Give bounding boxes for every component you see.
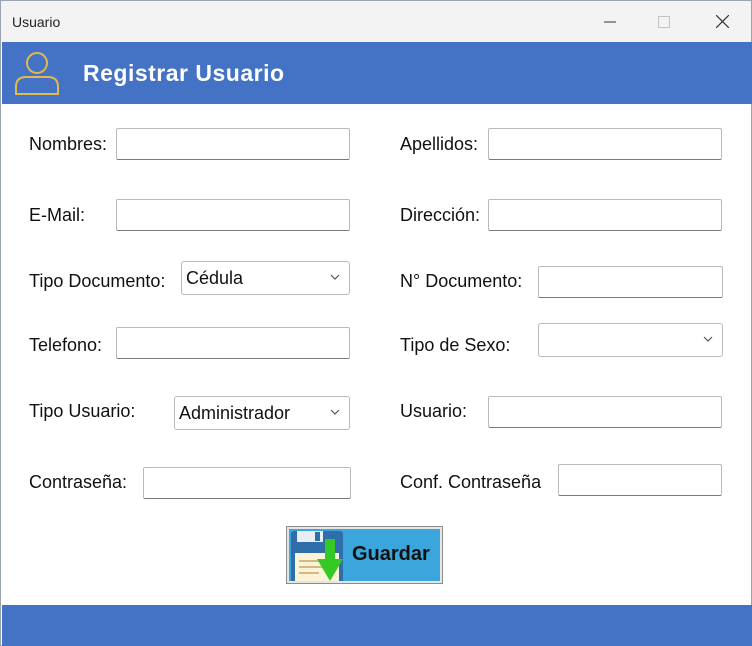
apellidos-label: Apellidos: bbox=[400, 134, 479, 154]
contrasena-label: Contraseña: bbox=[29, 472, 128, 492]
tipo-documento-select[interactable]: Cédula bbox=[181, 261, 350, 295]
direccion-label: Dirección: bbox=[400, 205, 481, 225]
email-field[interactable] bbox=[116, 199, 350, 231]
chevron-down-icon bbox=[330, 409, 340, 415]
apellidos-field[interactable] bbox=[488, 128, 722, 160]
user-icon bbox=[15, 52, 59, 95]
maximize-button[interactable] bbox=[641, 1, 687, 42]
minimize-button[interactable] bbox=[587, 1, 633, 42]
floppy-disk-download-icon bbox=[291, 531, 343, 581]
chevron-down-icon bbox=[330, 274, 340, 280]
save-button[interactable]: Guardar bbox=[286, 526, 443, 584]
close-button[interactable] bbox=[699, 1, 745, 42]
tipo-sexo-label: Tipo de Sexo: bbox=[400, 335, 511, 355]
tipo-usuario-label: Tipo Usuario: bbox=[29, 401, 136, 421]
tipo-documento-label: Tipo Documento: bbox=[29, 271, 166, 291]
tipo-usuario-select[interactable]: Administrador bbox=[174, 396, 350, 430]
usuario-label: Usuario: bbox=[400, 401, 468, 421]
tipo-documento-value: Cédula bbox=[186, 267, 244, 288]
app-window: Usuario Registrar Usuario Nombres: Apell… bbox=[0, 0, 752, 646]
title-bar[interactable]: Usuario bbox=[1, 1, 751, 42]
chevron-down-icon bbox=[703, 336, 713, 342]
telefono-field[interactable] bbox=[116, 327, 350, 359]
conf-contrasena-label: Conf. Contraseña bbox=[400, 472, 542, 492]
direccion-field[interactable] bbox=[488, 199, 722, 231]
tipo-usuario-value: Administrador bbox=[179, 402, 291, 423]
save-button-face[interactable]: Guardar bbox=[289, 529, 440, 581]
close-icon bbox=[715, 15, 729, 28]
email-label: E-Mail: bbox=[29, 205, 86, 225]
minimize-icon bbox=[604, 21, 616, 22]
nombres-field[interactable] bbox=[116, 128, 350, 160]
save-button-label: Guardar bbox=[352, 543, 430, 565]
maximize-icon bbox=[658, 15, 670, 28]
conf-contrasena-field[interactable] bbox=[558, 464, 722, 496]
n-documento-field[interactable] bbox=[538, 266, 723, 298]
form-header: Registrar Usuario bbox=[2, 42, 752, 104]
nombres-label: Nombres: bbox=[29, 134, 108, 154]
n-documento-label: N° Documento: bbox=[400, 271, 523, 291]
tipo-sexo-select[interactable] bbox=[538, 323, 723, 357]
usuario-field[interactable] bbox=[488, 396, 722, 428]
contrasena-field[interactable] bbox=[143, 467, 351, 499]
footer-bar bbox=[2, 605, 752, 646]
window-title: Usuario bbox=[12, 14, 61, 30]
telefono-label: Telefono: bbox=[29, 335, 103, 355]
page-title: Registrar Usuario bbox=[83, 60, 285, 86]
